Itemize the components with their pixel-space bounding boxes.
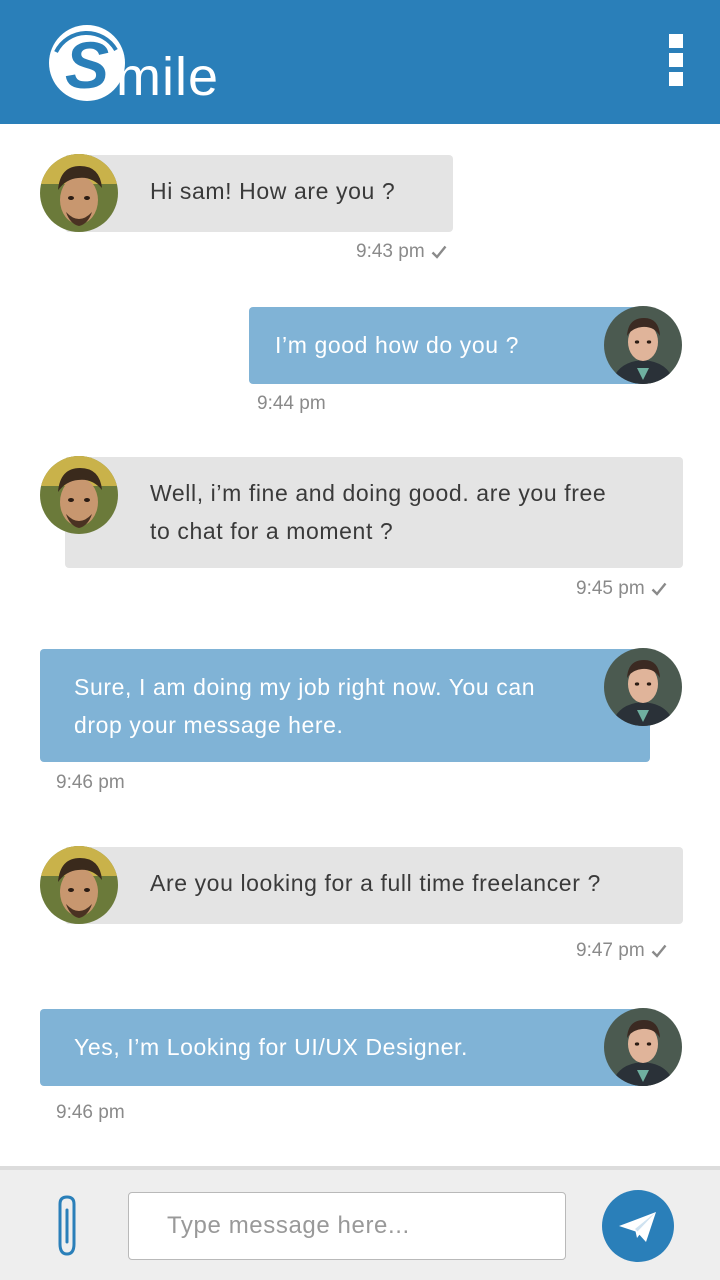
message-input[interactable] xyxy=(128,1192,566,1260)
user-avatar[interactable] xyxy=(604,1008,682,1086)
message-text: Sure, I am doing my job right now. You c… xyxy=(74,674,536,700)
sent-check-icon xyxy=(651,582,667,596)
paper-plane-icon xyxy=(619,1212,656,1242)
message-text: Are you looking for a full time freelanc… xyxy=(150,870,601,896)
message-time: 9:43 pm xyxy=(356,241,425,262)
contact-avatar[interactable] xyxy=(40,456,118,534)
message-meta: 9:44 pm xyxy=(257,393,326,415)
more-vertical-icon-dot xyxy=(669,72,683,86)
attach-button[interactable] xyxy=(52,1192,84,1262)
paperclip-icon xyxy=(58,1195,76,1256)
message-composer xyxy=(0,1166,720,1280)
contact-avatar[interactable] xyxy=(40,846,118,924)
message-bubble-outgoing: Sure, I am doing my job right now. You c… xyxy=(40,649,650,762)
app-header: S mile xyxy=(0,0,720,124)
message-bubble-outgoing: I’m good how do you ? xyxy=(249,307,645,384)
message-bubble-outgoing: Yes, I’m Looking for UI/UX Designer. xyxy=(40,1009,650,1086)
logo-text: mile xyxy=(116,47,220,107)
message-text: to chat for a moment ? xyxy=(150,518,394,544)
message-text: Hi sam! How are you ? xyxy=(150,178,396,204)
sent-check-icon xyxy=(651,944,667,958)
message-meta: 9:46 pm xyxy=(56,1102,125,1124)
message-bubble-incoming: Well, i’m fine and doing good. are you f… xyxy=(65,457,683,568)
message-time: 9:45 pm xyxy=(576,578,645,599)
message-meta: 9:47 pm xyxy=(576,940,667,962)
message-time: 9:46 pm xyxy=(56,1102,125,1123)
more-vertical-icon xyxy=(669,34,683,48)
message-text: Well, i’m fine and doing good. are you f… xyxy=(150,480,607,506)
logo-letter: S xyxy=(65,28,109,102)
user-avatar[interactable] xyxy=(604,306,682,384)
message-meta: 9:46 pm xyxy=(56,772,125,794)
message-bubble-incoming: Are you looking for a full time freelanc… xyxy=(65,847,683,924)
message-time: 9:47 pm xyxy=(576,940,645,961)
message-time: 9:44 pm xyxy=(257,393,326,414)
user-avatar[interactable] xyxy=(604,648,682,726)
message-text: Yes, I’m Looking for UI/UX Designer. xyxy=(74,1034,469,1060)
more-vertical-icon-dot xyxy=(669,53,683,67)
message-meta: 9:43 pm xyxy=(356,241,447,263)
message-time: 9:46 pm xyxy=(56,772,125,793)
message-meta: 9:45 pm xyxy=(576,578,667,600)
send-button[interactable] xyxy=(602,1190,674,1262)
message-text: I’m good how do you ? xyxy=(275,332,520,358)
sent-check-icon xyxy=(431,245,447,259)
message-bubble-incoming: Hi sam! How are you ? xyxy=(65,155,453,232)
chat-screen: S mile Hi sam! How are you ? 9:43 pm I’m… xyxy=(0,0,720,1280)
message-text: drop your message here. xyxy=(74,712,344,738)
contact-avatar[interactable] xyxy=(40,154,118,232)
more-menu-button[interactable] xyxy=(660,32,692,88)
